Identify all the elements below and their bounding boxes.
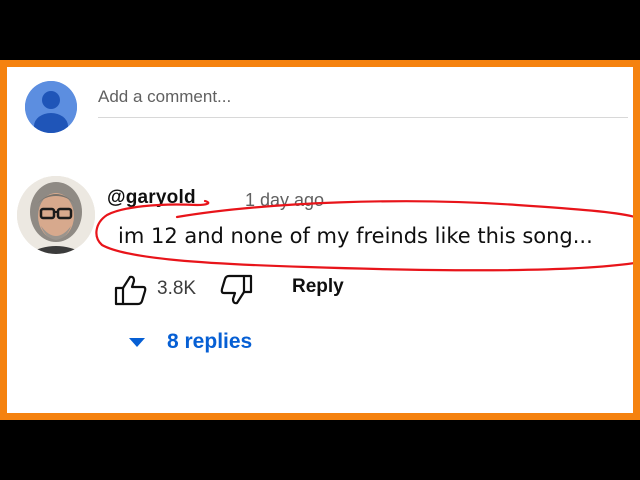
thumbs-down-icon — [220, 274, 253, 305]
comment-username[interactable]: @garyold — [107, 187, 196, 209]
thumbs-up-icon — [114, 275, 147, 306]
dislike-button[interactable] — [217, 272, 255, 308]
like-count: 3.8K — [157, 278, 197, 299]
comment-text: im 12 and none of my freinds like this s… — [118, 224, 593, 248]
view-replies-toggle[interactable]: 8 replies — [127, 330, 252, 354]
commenter-avatar[interactable] — [17, 176, 95, 254]
comment-timestamp[interactable]: 1 day ago — [245, 190, 324, 211]
caret-down-icon — [129, 338, 145, 347]
reply-button[interactable]: Reply — [292, 276, 344, 298]
add-comment-input[interactable] — [98, 83, 628, 118]
replies-count-label: 8 replies — [167, 330, 253, 353]
comments-panel: @garyold 1 day ago im 12 and none of my … — [7, 67, 633, 413]
default-user-avatar-icon — [25, 81, 77, 133]
like-button[interactable] — [112, 272, 150, 308]
orange-frame: @garyold 1 day ago im 12 and none of my … — [0, 60, 640, 420]
